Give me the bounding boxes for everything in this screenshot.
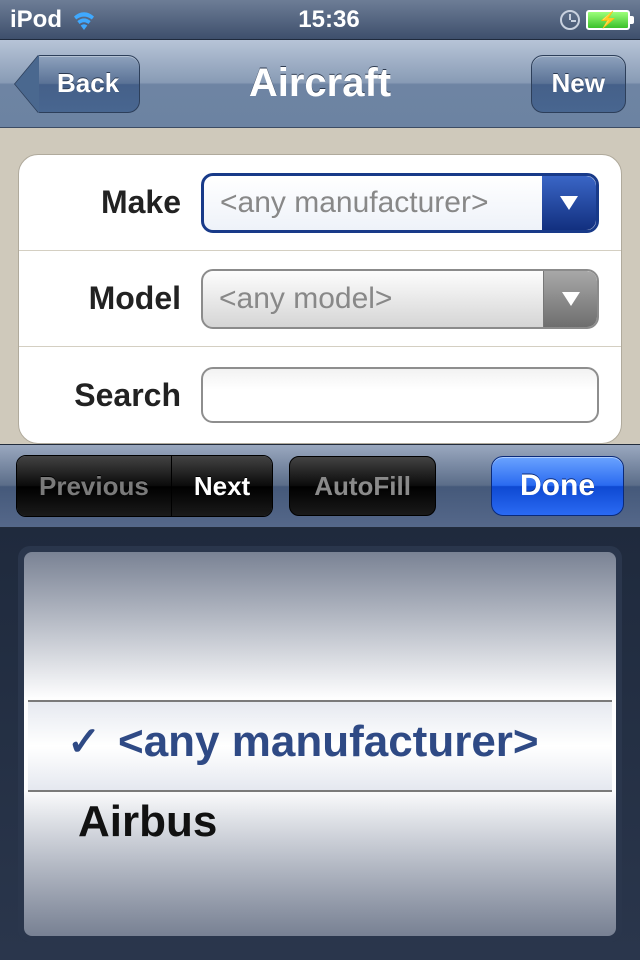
search-row: Search [19, 347, 621, 443]
make-row: Make <any manufacturer> [19, 155, 621, 251]
wifi-icon [70, 10, 98, 30]
checkmark-icon: ✓ [64, 719, 104, 765]
status-right: ⚡ [560, 10, 630, 30]
previous-button[interactable]: Previous [17, 456, 171, 516]
new-button-label: New [552, 68, 605, 99]
new-button[interactable]: New [531, 55, 626, 113]
make-select[interactable]: <any manufacturer> [201, 173, 599, 233]
alarm-icon [560, 10, 580, 30]
clock-time: 15:36 [298, 6, 359, 34]
done-button-label: Done [520, 469, 595, 503]
navigation-bar: Back Aircraft New [0, 40, 640, 128]
picker-row-label: Airbus [78, 797, 217, 847]
status-bar: iPod 15:36 ⚡ [0, 0, 640, 40]
carrier-label: iPod [10, 6, 62, 34]
input-accessory-bar: Previous Next AutoFill Done [0, 444, 640, 528]
make-label: Make [41, 184, 201, 221]
chevron-down-icon [543, 271, 597, 327]
model-row: Model <any model> [19, 251, 621, 347]
search-label: Search [41, 377, 201, 414]
model-label: Model [41, 280, 201, 317]
autofill-button-label: AutoFill [314, 471, 411, 502]
picker-row-label: <any manufacturer> [118, 717, 539, 767]
content-area: Make <any manufacturer> Model <any model… [0, 128, 640, 444]
battery-charging-icon: ⚡ [586, 10, 630, 30]
chevron-down-icon [542, 176, 596, 230]
model-select-value: <any model> [219, 282, 392, 316]
form-panel: Make <any manufacturer> Model <any model… [18, 154, 622, 444]
picker-inner: ✓ <any manufacturer> Airbus [24, 552, 616, 936]
next-button[interactable]: Next [171, 456, 272, 516]
search-input[interactable] [201, 367, 599, 423]
model-select[interactable]: <any model> [201, 269, 599, 329]
back-button-label: Back [57, 68, 119, 99]
picker-row[interactable]: Airbus [24, 782, 616, 862]
status-left: iPod [10, 6, 98, 34]
done-button[interactable]: Done [491, 456, 624, 516]
picker-wheel[interactable]: ✓ <any manufacturer> Airbus [18, 546, 622, 942]
back-button[interactable]: Back [36, 55, 140, 113]
prev-next-segment: Previous Next [16, 455, 273, 517]
picker-area: ✓ <any manufacturer> Airbus [0, 528, 640, 960]
picker-row-selected[interactable]: ✓ <any manufacturer> [24, 702, 616, 782]
make-select-value: <any manufacturer> [220, 186, 489, 220]
previous-button-label: Previous [39, 471, 149, 502]
next-button-label: Next [194, 471, 250, 502]
autofill-button[interactable]: AutoFill [289, 456, 436, 516]
